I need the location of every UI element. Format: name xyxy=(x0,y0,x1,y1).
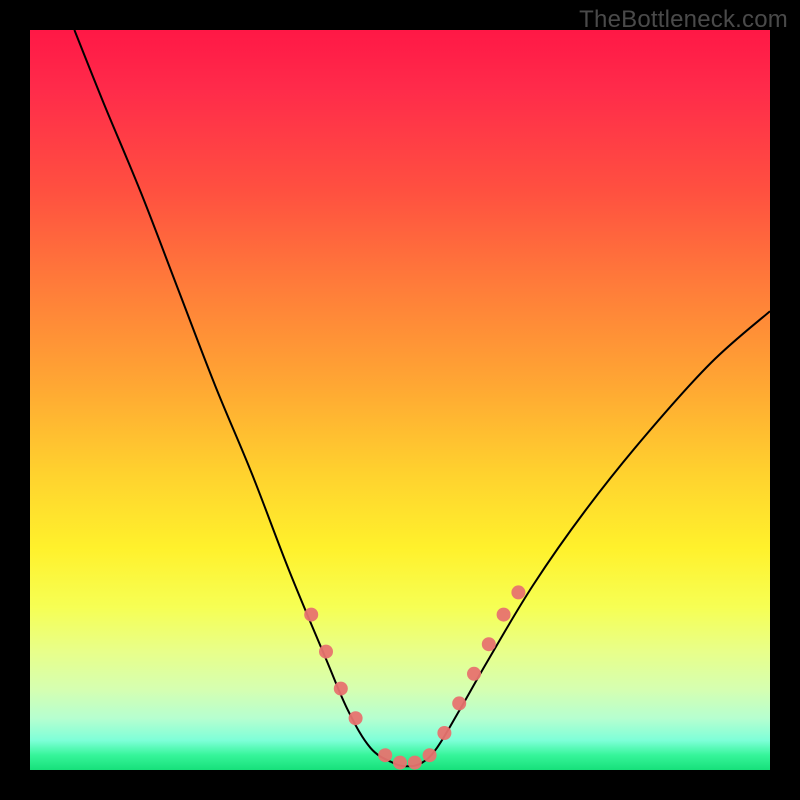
highlight-dot xyxy=(393,756,407,770)
highlight-dot xyxy=(511,585,525,599)
highlight-dot xyxy=(423,748,437,762)
chart-svg xyxy=(30,30,770,770)
highlight-dot xyxy=(437,726,451,740)
highlight-dot xyxy=(378,748,392,762)
highlight-dot xyxy=(408,756,422,770)
highlight-dot xyxy=(334,682,348,696)
highlight-dot xyxy=(497,608,511,622)
highlight-dot xyxy=(349,711,363,725)
highlight-dot xyxy=(319,645,333,659)
highlight-dot xyxy=(482,637,496,651)
highlight-dot xyxy=(452,696,466,710)
plot-area xyxy=(30,30,770,770)
highlight-dot xyxy=(467,667,481,681)
highlight-dots xyxy=(304,585,525,769)
chart-frame: TheBottleneck.com xyxy=(0,0,800,800)
highlight-dot xyxy=(304,608,318,622)
bottleneck-curve xyxy=(74,30,770,766)
